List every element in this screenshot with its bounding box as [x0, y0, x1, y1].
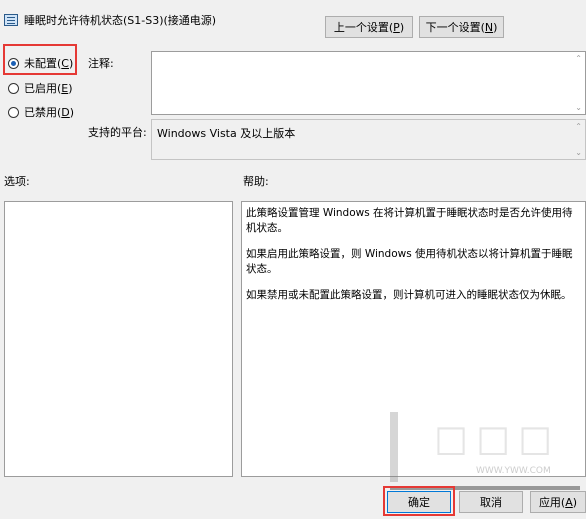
radio-enabled-label: 已启用(E): [24, 82, 73, 95]
options-pane: [4, 201, 233, 477]
radio-button-icon[interactable]: [8, 82, 19, 94]
apply-key: A: [565, 495, 573, 509]
comment-scrollbar[interactable]: ⌃ ⌄: [571, 52, 585, 114]
previous-setting-label: 上一个设置(: [333, 21, 394, 34]
supported-platform-label: 支持的平台:: [88, 126, 147, 139]
supported-platform-value: Windows Vista 及以上版本: [157, 127, 296, 140]
comment-textarea[interactable]: ⌃ ⌄: [151, 51, 586, 115]
next-setting-label: 下一个设置(: [425, 21, 485, 34]
policy-setting-icon: [4, 14, 18, 26]
options-section-label: 选项:: [4, 175, 30, 188]
previous-setting-button[interactable]: 上一个设置(P): [325, 16, 413, 38]
cancel-label: 取消: [480, 496, 502, 509]
next-setting-close: ): [493, 20, 498, 34]
previous-setting-key: P: [393, 20, 400, 34]
help-paragraph: 如果禁用或未配置此策略设置，则计算机可进入的睡眠状态仅为休眠。: [246, 289, 572, 301]
radio-not-configured[interactable]: 未配置(C): [8, 55, 73, 71]
help-paragraph: 如果启用此策略设置，则 Windows 使用待机状态以将计算机置于睡眠状态。: [246, 248, 573, 275]
apply-button[interactable]: 应用(A): [530, 491, 586, 513]
platform-scrollbar[interactable]: ⌃ ⌄: [571, 120, 585, 159]
watermark-bar: [390, 486, 580, 490]
cancel-button[interactable]: 取消: [459, 491, 523, 513]
next-setting-key: N: [484, 20, 494, 34]
previous-setting-close: ): [399, 20, 405, 34]
scroll-down-icon[interactable]: ⌄: [575, 103, 582, 112]
apply-label: 应用(: [538, 496, 566, 509]
apply-close: ): [572, 495, 578, 509]
radio-disabled-label: 已禁用(D): [24, 106, 75, 119]
scroll-up-icon[interactable]: ⌃: [575, 122, 582, 131]
supported-platform-box: Windows Vista 及以上版本 ⌃ ⌄: [151, 119, 586, 160]
scroll-up-icon[interactable]: ⌃: [575, 54, 582, 63]
radio-not-configured-label: 未配置(C): [24, 57, 74, 70]
comment-label: 注释:: [88, 57, 114, 70]
radio-button-icon[interactable]: [8, 57, 19, 69]
radio-button-icon[interactable]: [8, 106, 19, 118]
help-section-label: 帮助:: [243, 175, 269, 188]
ok-button[interactable]: 确定: [387, 491, 451, 513]
next-setting-button[interactable]: 下一个设置(N): [419, 16, 504, 38]
radio-enabled[interactable]: 已启用(E): [8, 80, 73, 96]
scroll-down-icon[interactable]: ⌄: [575, 148, 582, 157]
help-paragraph: 此策略设置管理 Windows 在将计算机置于睡眠状态时是否允许使用待机状态。: [246, 207, 573, 234]
window-title: 睡眠时允许待机状态(S1-S3)(接通电源): [24, 14, 217, 27]
help-text: 此策略设置管理 Windows 在将计算机置于睡眠状态时是否允许使用待机状态。 …: [246, 206, 577, 314]
ok-label: 确定: [408, 496, 430, 509]
help-pane: 此策略设置管理 Windows 在将计算机置于睡眠状态时是否允许使用待机状态。 …: [241, 201, 586, 477]
radio-disabled[interactable]: 已禁用(D): [8, 104, 74, 120]
